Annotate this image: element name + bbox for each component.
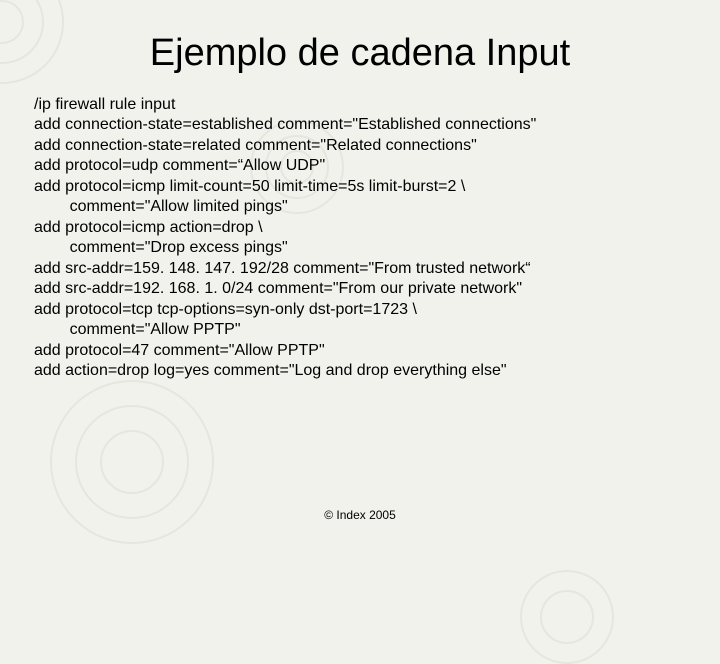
slide: Ejemplo de cadena Input /ip firewall rul… [0, 0, 720, 540]
footer-copyright: © Index 2005 [0, 508, 720, 522]
code-block: /ip firewall rule input add connection-s… [0, 95, 720, 382]
slide-title: Ejemplo de cadena Input [0, 0, 720, 95]
